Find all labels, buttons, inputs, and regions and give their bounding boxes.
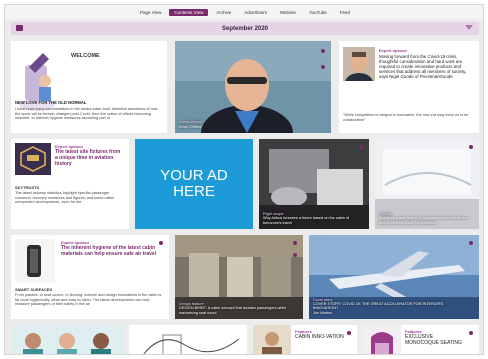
tile-monocoque-seating[interactable]: Features EXCLUSIVE MONOCOQUE SEATING [363,325,479,354]
share-icon[interactable] [159,241,163,245]
material-sample-icon [15,239,55,283]
share-icon[interactable] [347,331,351,335]
tile-expert-opinion-3[interactable]: Expert opinion The inherent hygiene of t… [11,235,169,319]
expert3-section: SMART SURFACES [15,287,53,292]
tile-welcome[interactable]: WELCOME NEW LOVE FOR THE OLD NORMAL I ha… [11,41,167,133]
expert1-headline: Moving forward from the Covid-19 crisis,… [379,54,467,80]
tile-cabin-innovation[interactable]: Features CABIN INNO-VATION [253,325,357,354]
ad-placeholder[interactable]: YOUR AD HERE [135,139,253,229]
design-caption: Design feature DESIGN BRIEF: A cabin con… [179,302,297,315]
ad-line-1: YOUR AD [160,167,228,185]
tile-expert-opinion-1[interactable]: Expert opinion Moving forward from the C… [339,41,479,133]
cover-caption: Cover story COVER STORY: COVID-19: THE G… [313,298,463,315]
seating-headline: EXCLUSIVE MONOCOQUE SEATING [405,334,462,346]
tile-expert-opinion-2[interactable]: Expert opinion The latest site fixtures … [11,139,129,229]
expert2-headline: The latest site fixtures from a unique t… [55,149,121,167]
tile-cover-story[interactable]: Cover story COVER STORY: COVID-19: THE G… [309,235,479,319]
portrait-name: Kevin Clifford [179,124,202,129]
magazine-viewer: Page View Contents View Archive Advertis… [4,4,484,355]
nav-page-view[interactable]: Page View [135,9,166,16]
author-photo [343,47,375,81]
issue-month: September 2020 [221,25,269,32]
bookmark-icon[interactable] [293,253,297,257]
cabin-innovation-photo [253,325,291,354]
expert1-quote: "While competition is integral to innova… [343,113,469,122]
issue-dropdown-icon[interactable] [465,25,473,30]
welcome-body: I have read many commentators in the med… [15,107,158,121]
tile-lab-photo[interactable]: Flight scope Why Airbus foresees a futur… [259,139,369,229]
tile-academic-feature[interactable]: Feature Academics take note that the cab… [375,139,479,229]
top-navigation: Page View Contents View Archive Advertis… [5,5,483,19]
issue-month-bar: September 2020 [11,22,479,35]
share-icon[interactable] [293,241,297,245]
academic-headline: Academics take note that the cabin secto… [379,216,468,225]
share-icon[interactable] [321,49,325,53]
welcome-title: WELCOME [71,53,100,59]
sketch-illustration [129,325,247,354]
expert2-body: The latest industry statistics highlight… [15,191,115,205]
expert3-body: From plastics, to seat covers, to floori… [15,293,162,307]
portrait-caption: Guest column Kevin Clifford [179,120,202,129]
tile-design-brief[interactable]: Design feature DESIGN BRIEF: A cabin con… [175,235,303,319]
welcome-headline: NEW LOVE FOR THE OLD NORMAL [15,100,87,105]
passengers-illustration [11,325,123,354]
share-icon[interactable] [469,145,473,149]
nav-youtube[interactable]: YouTube [304,9,332,16]
ad-line-2: HERE [173,183,215,200]
share-icon[interactable] [359,145,363,149]
tile-sketch[interactable] [129,325,247,354]
tile-people[interactable] [11,325,123,354]
nav-feed[interactable]: Feed [335,9,355,16]
nav-archive[interactable]: Archive [211,9,236,16]
lab-caption: Flight scope Why Airbus foresees a futur… [263,212,363,225]
design-headline: DESIGN BRIEF: A cabin concept that isola… [179,306,287,315]
lab-headline: Why Airbus foresees a future based on th… [263,216,350,225]
nav-advertisers[interactable]: Advertisers [239,9,272,16]
academic-caption: Feature Academics take note that the cab… [379,212,475,225]
share-icon[interactable] [469,241,473,245]
tile-guest-portrait[interactable]: Guest column Kevin Clifford [175,41,331,133]
badge-illustration-icon [15,143,51,175]
cabin-headline: CABIN INNO-VATION [295,334,344,340]
bookmark-icon[interactable] [321,65,325,69]
cover-byline: Jon Walton [313,310,332,315]
share-icon[interactable] [469,331,473,335]
expert3-headline: The inherent hygiene of the latest cabin… [61,245,157,257]
seating-photo [363,325,401,354]
nav-website[interactable]: Website [275,9,301,16]
previous-issue-icon[interactable] [16,25,23,31]
expert1-kicker: Expert opinion [379,48,407,53]
cover-headline: COVER STORY: COVID-19: THE GREAT ACCELER… [313,301,444,311]
expert2-section: SKYTRUSTS [15,185,40,190]
nav-contents-view[interactable]: Contents View [169,8,209,16]
